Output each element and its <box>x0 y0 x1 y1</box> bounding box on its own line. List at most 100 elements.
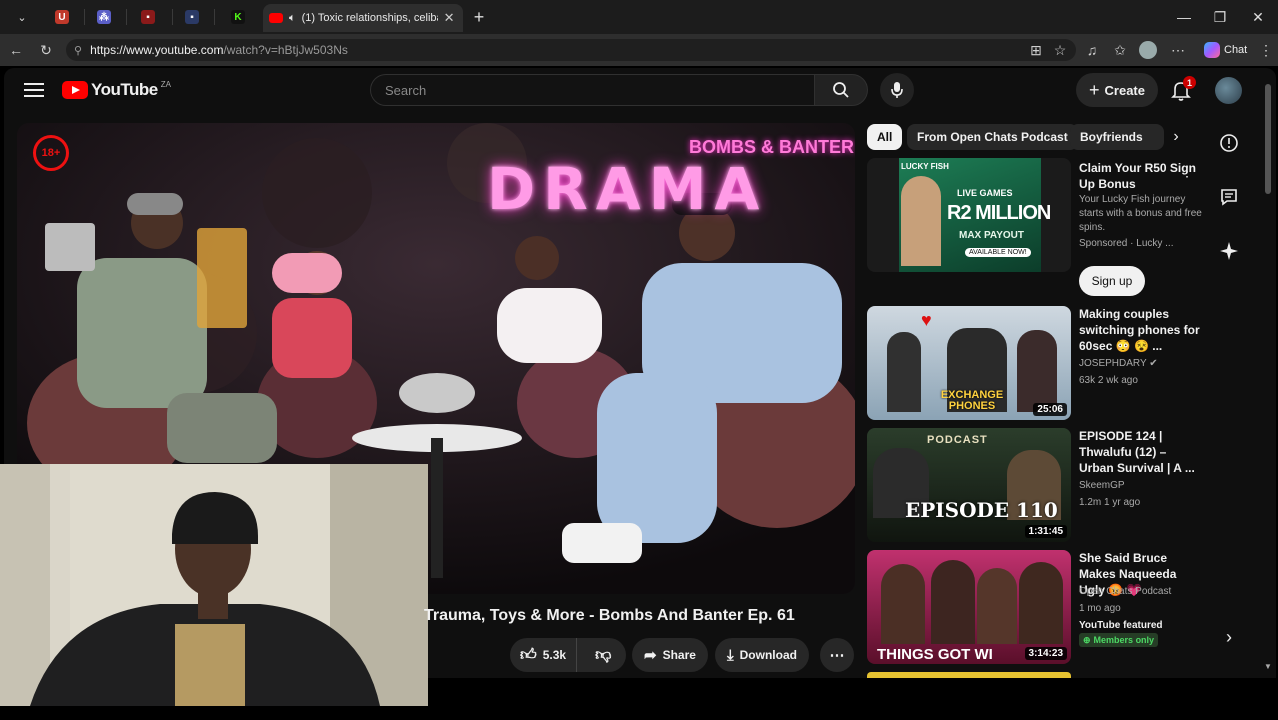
video-thumbnail[interactable]: PODCAST EPISODE 110 1:31:45 <box>867 428 1071 542</box>
speaker-icon[interactable]: 🔈︎ <box>289 12 296 25</box>
chip-label: Boyfriends <box>1080 130 1143 144</box>
kebab-menu-icon[interactable]: ⋮ <box>1180 162 1194 180</box>
like-button[interactable]: 👍︎ 5.3k <box>510 638 578 672</box>
pinned-tab-2[interactable]: ⁂ <box>86 6 122 28</box>
logo-text: YouTube <box>91 80 158 99</box>
verified-icon: ✔ <box>1149 358 1158 369</box>
region-code: ZA <box>160 79 171 89</box>
scrollbar-thumb[interactable] <box>1265 84 1271 194</box>
favorite-star-icon[interactable]: ☆ <box>1050 40 1070 60</box>
chat-icon[interactable] <box>1214 182 1244 212</box>
copilot-icon <box>1204 42 1220 58</box>
back-arrow-icon[interactable]: ← <box>6 40 26 60</box>
pinned-tab-5[interactable]: K <box>220 6 256 28</box>
notification-badge: 1 <box>1183 76 1196 89</box>
active-tab[interactable]: 🔈︎ (1) Toxic relationships, celiba ✕ <box>263 4 463 32</box>
dislike-button[interactable]: 👎︎ <box>583 638 623 672</box>
age-rating-badge: 18+ <box>33 135 69 171</box>
voice-search-button[interactable] <box>880 73 914 107</box>
view-meta: 63k 2 wk ago <box>1079 375 1138 386</box>
share-button[interactable]: ➦ Share <box>632 638 708 672</box>
channel-name[interactable]: SkeemGP <box>1079 479 1204 493</box>
chip-boyfriends[interactable]: Boyfriends <box>1070 124 1164 150</box>
more-horizontal-icon: ⋯ <box>829 647 845 664</box>
download-icon: ⤓ <box>727 646 734 664</box>
create-button[interactable]: + Create <box>1076 73 1158 107</box>
tab-divider <box>84 9 85 25</box>
maximize-button[interactable]: ❐ <box>1206 6 1234 28</box>
history-icon[interactable] <box>1214 128 1244 158</box>
chip-all[interactable]: All <box>867 124 903 150</box>
video-title: Trauma, Toys & More - Bombs And Banter E… <box>424 607 795 624</box>
youtube-logo[interactable]: YouTube ZA <box>62 80 171 100</box>
collections-icon[interactable]: ✩ <box>1110 40 1130 60</box>
thumbnail-caption: EPISODE 110 <box>905 498 1058 522</box>
video-thumbnail[interactable]: ♥ EXCHANGE PHONES 25:06 <box>867 306 1071 420</box>
site-info-icon[interactable]: ⚲ <box>74 44 82 57</box>
sparkle-icon[interactable] <box>1214 236 1244 266</box>
more-menu-icon[interactable]: ⋯ <box>1168 40 1188 60</box>
scroll-down-arrow-icon[interactable]: ▼ <box>1264 662 1272 671</box>
chip-from-open-chats[interactable]: From Open Chats Podcast <box>907 124 1078 150</box>
apps-grid-icon[interactable]: ⊞ <box>1026 40 1046 60</box>
broken-heart-icon: ♥ <box>921 310 932 330</box>
pinned-tab-4[interactable]: ▪ <box>174 6 210 28</box>
view-meta: 1.2m 1 yr ago <box>1079 497 1141 508</box>
tab-divider <box>126 9 127 25</box>
featured-label: YouTube featured <box>1079 620 1163 631</box>
chat-label: Chat <box>1224 44 1248 56</box>
red-app-icon: ▪ <box>141 10 155 24</box>
ad-thumbnail[interactable]: LUCKY FISH LIVE GAMES R2 MILLION MAX PAY… <box>867 158 1071 272</box>
account-avatar[interactable] <box>1215 77 1242 104</box>
share-label: Share <box>662 648 696 662</box>
tab-divider <box>214 9 215 25</box>
copilot-chat-button[interactable]: Chat <box>1198 39 1253 61</box>
youtube-play-icon <box>62 81 88 99</box>
tab-list-button[interactable]: ⌄ <box>4 6 40 28</box>
sidebar-toggle-icon[interactable]: ⋮ <box>1256 40 1276 60</box>
view-meta: 1 mo ago <box>1079 603 1121 614</box>
webcam-overlay <box>0 464 428 706</box>
ad-person <box>901 176 941 266</box>
pinned-tab-1[interactable]: U <box>44 6 80 28</box>
channel-name[interactable]: Open Chats Podcast <box>1079 585 1204 599</box>
ad-text-3: MAX PAYOUT <box>959 230 1025 241</box>
search-placeholder: Search <box>385 82 427 98</box>
blue-app-icon: ▪ <box>185 10 199 24</box>
pinned-tab-3[interactable]: ▪ <box>130 6 166 28</box>
thumbs-down-icon: 👎︎ <box>595 646 612 664</box>
download-button[interactable]: ⤓ Download <box>715 638 809 672</box>
like-dislike-group: 👍︎ 5.3k 👎︎ <box>510 638 626 672</box>
next-thumbnail-peek[interactable] <box>867 672 1071 678</box>
hamburger-menu-icon[interactable] <box>24 80 44 100</box>
rec-title[interactable]: Making couples switching phones for 60se… <box>1079 306 1204 354</box>
minimize-button[interactable]: — <box>1170 6 1198 28</box>
extensions-icon[interactable]: ♫ <box>1082 40 1102 60</box>
sign-up-button[interactable]: Sign up <box>1079 266 1145 296</box>
more-actions-button[interactable]: ⋯ <box>820 638 854 672</box>
close-window-button[interactable]: ✕ <box>1244 6 1272 28</box>
create-label: Create <box>1104 82 1145 98</box>
chip-label: From Open Chats Podcast <box>917 130 1068 144</box>
microphone-icon <box>891 82 903 98</box>
rec-title[interactable]: EPISODE 124 | Thwalufu (12) – Urban Surv… <box>1079 428 1204 476</box>
url-field[interactable]: ⚲ https://www.youtube.com/watch?v=hBtjJw… <box>66 39 1076 61</box>
profile-avatar-icon[interactable] <box>1138 40 1158 60</box>
rail-next-chevron-icon[interactable]: › <box>1214 622 1244 652</box>
ad-text-4: AVAILABLE NOW! <box>965 248 1031 257</box>
download-label: Download <box>739 648 797 662</box>
new-tab-button[interactable]: + <box>469 6 489 28</box>
search-button[interactable] <box>814 74 868 106</box>
thumbnail-caption: THINGS GOT WI <box>877 646 993 663</box>
ad-brand: LUCKY FISH <box>901 162 949 171</box>
video-thumbnail[interactable]: THINGS GOT WI 3:14:23 <box>867 550 1071 664</box>
channel-name[interactable]: JOSEPHDARY ✔ <box>1079 357 1204 371</box>
notifications-button[interactable]: 1 <box>1170 76 1196 102</box>
close-tab-icon[interactable]: ✕ <box>444 10 455 26</box>
search-input[interactable]: Search <box>370 74 815 106</box>
tab-title: (1) Toxic relationships, celiba <box>301 12 438 24</box>
search-icon <box>833 82 849 98</box>
refresh-icon[interactable]: ↻ <box>36 40 56 60</box>
ad-description: Your Lucky Fish journey starts with a bo… <box>1079 194 1202 233</box>
chips-next-chevron-icon[interactable]: › <box>1166 126 1186 148</box>
